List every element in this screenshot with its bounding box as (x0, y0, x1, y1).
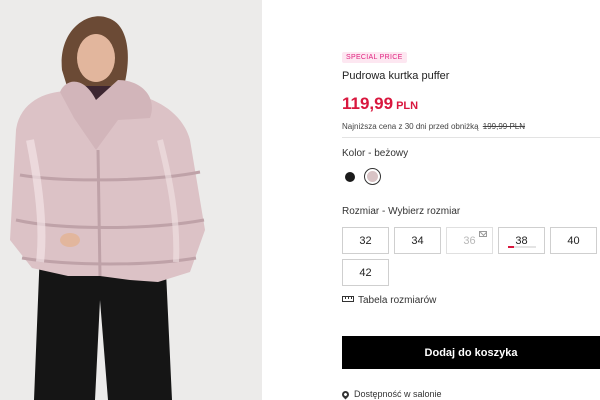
color-swatch-black[interactable] (345, 172, 355, 182)
product-image[interactable] (0, 0, 262, 400)
price-currency: PLN (396, 100, 419, 112)
divider (342, 137, 600, 138)
product-price: 119,99 PLN (342, 94, 418, 114)
color-swatch-beige[interactable] (364, 168, 381, 185)
size-option-label: 38 (515, 234, 528, 247)
store-availability-label: Dostępność w salonie (354, 389, 442, 399)
size-option-label: 36 (463, 234, 476, 247)
size-option-32[interactable]: 32 (342, 227, 389, 254)
ruler-icon (342, 295, 354, 302)
size-option-label: 42 (359, 266, 372, 279)
old-price: 199,99 PLN (482, 122, 526, 131)
mail-icon (479, 231, 487, 237)
location-pin-icon (340, 389, 351, 399)
special-price-badge: SPECIAL PRICE (342, 52, 407, 63)
size-chart-label: Tabela rozmiarów (358, 295, 437, 306)
color-label: Kolor - beżowy (342, 148, 409, 159)
size-option-42[interactable]: 42 (342, 259, 389, 286)
add-to-cart-button[interactable]: Dodaj do koszyka (342, 336, 600, 369)
low-stock-fill (508, 246, 514, 248)
size-option-38[interactable]: 38 (498, 227, 545, 254)
size-label: Rozmiar - Wybierz rozmiar (342, 206, 461, 217)
low-stock-bar (508, 246, 536, 248)
product-info-panel: SPECIAL PRICE Pudrowa kurtka puffer 119,… (340, 0, 600, 400)
size-option-40[interactable]: 40 (550, 227, 597, 254)
lowest-price-note: Najniższa cena z 30 dni przed obniżką 19… (342, 122, 525, 131)
add-to-cart-label: Dodaj do koszyka (424, 346, 518, 359)
lowest-price-text: Najniższa cena z 30 dni przed obniżką (342, 122, 479, 131)
size-chart-link[interactable]: Tabela rozmiarów (342, 295, 436, 306)
size-option-label: 32 (359, 234, 372, 247)
size-option-34[interactable]: 34 (394, 227, 441, 254)
size-option-label: 34 (411, 234, 424, 247)
size-option-36[interactable]: 36 (446, 227, 493, 254)
product-title: Pudrowa kurtka puffer (342, 70, 450, 82)
size-option-label: 40 (567, 234, 580, 247)
color-swatch-beige-fill (367, 171, 378, 182)
store-availability-link[interactable]: Dostępność w salonie (340, 389, 442, 399)
price-amount: 119,99 (342, 94, 394, 113)
